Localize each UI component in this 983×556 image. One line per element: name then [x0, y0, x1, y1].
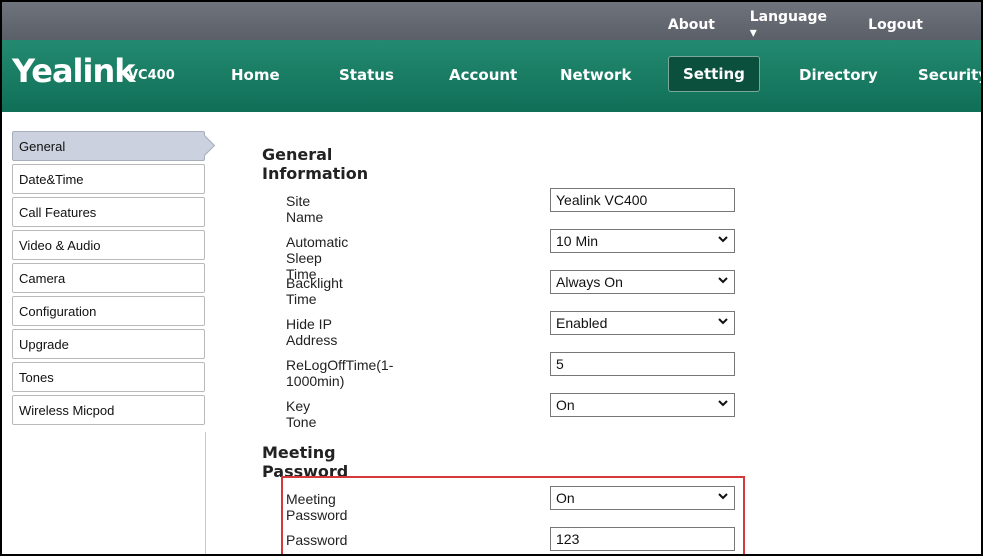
settings-sidebar: General Date&Time Call Features Video & … [12, 131, 205, 428]
nav-account[interactable]: Account [449, 66, 517, 84]
sidebar-item-camera[interactable]: Camera [12, 263, 205, 293]
backlight-select[interactable]: Always On [550, 270, 735, 294]
nav-directory[interactable]: Directory [799, 66, 878, 84]
nav-security[interactable]: Security [918, 66, 981, 84]
yealink-logo: Yealink [12, 52, 136, 90]
key-tone-select[interactable]: On [550, 393, 735, 417]
chevron-down-icon [718, 493, 728, 500]
key-tone-value: On [556, 397, 575, 413]
nav-network[interactable]: Network [560, 66, 631, 84]
backlight-value: Always On [556, 274, 623, 290]
sleep-time-value: 10 Min [556, 233, 599, 249]
sidebar-item-upgrade[interactable]: Upgrade [12, 329, 205, 359]
chevron-down-icon [718, 400, 728, 407]
hide-ip-select[interactable]: Enabled [550, 311, 735, 335]
backlight-label: Backlight Time [286, 275, 343, 307]
sidebar-item-general[interactable]: General [12, 131, 205, 161]
hide-ip-label: Hide IP Address [286, 316, 338, 348]
relogoff-input[interactable]: 5 [550, 352, 735, 376]
logout-link[interactable]: Logout [868, 17, 923, 33]
key-tone-label: Key Tone [286, 398, 317, 430]
sleep-time-select[interactable]: 10 Min [550, 229, 735, 253]
meeting-password-value: On [556, 490, 575, 506]
sidebar-divider [205, 432, 206, 554]
model-label: VC400 [128, 68, 175, 83]
nav-home[interactable]: Home [231, 66, 280, 84]
meeting-password-select[interactable]: On [550, 486, 735, 510]
sidebar-item-call-features[interactable]: Call Features [12, 197, 205, 227]
chevron-down-icon [718, 318, 728, 325]
relogoff-label: ReLogOffTime(1-1000min) [286, 357, 394, 389]
sidebar-item-tones[interactable]: Tones [12, 362, 205, 392]
hide-ip-value: Enabled [556, 315, 608, 331]
sidebar-item-video-audio[interactable]: Video & Audio [12, 230, 205, 260]
nav-setting[interactable]: Setting [668, 56, 760, 92]
language-menu[interactable]: Language ▾ [750, 9, 827, 41]
site-name-label: Site Name [286, 193, 324, 225]
meeting-password-label: Meeting Password [286, 491, 348, 523]
chevron-down-icon [718, 236, 728, 243]
app-window: About Language ▾ Logout Yealink VC400 Ho… [0, 0, 983, 556]
password-label: Password [286, 532, 348, 548]
about-link[interactable]: About [668, 17, 715, 33]
nav-status[interactable]: Status [339, 66, 394, 84]
main-nav: Yealink VC400 Home Status Account Networ… [2, 40, 981, 112]
sidebar-item-date-time[interactable]: Date&Time [12, 164, 205, 194]
sidebar-item-configuration[interactable]: Configuration [12, 296, 205, 326]
top-bar: About Language ▾ Logout [2, 2, 981, 41]
password-input[interactable]: 123 [550, 527, 735, 551]
chevron-down-icon [718, 277, 728, 284]
sidebar-item-wireless-micpod[interactable]: Wireless Micpod [12, 395, 205, 425]
section-general-information: General Information [262, 145, 369, 183]
site-name-input[interactable]: Yealink VC400 [550, 188, 735, 212]
